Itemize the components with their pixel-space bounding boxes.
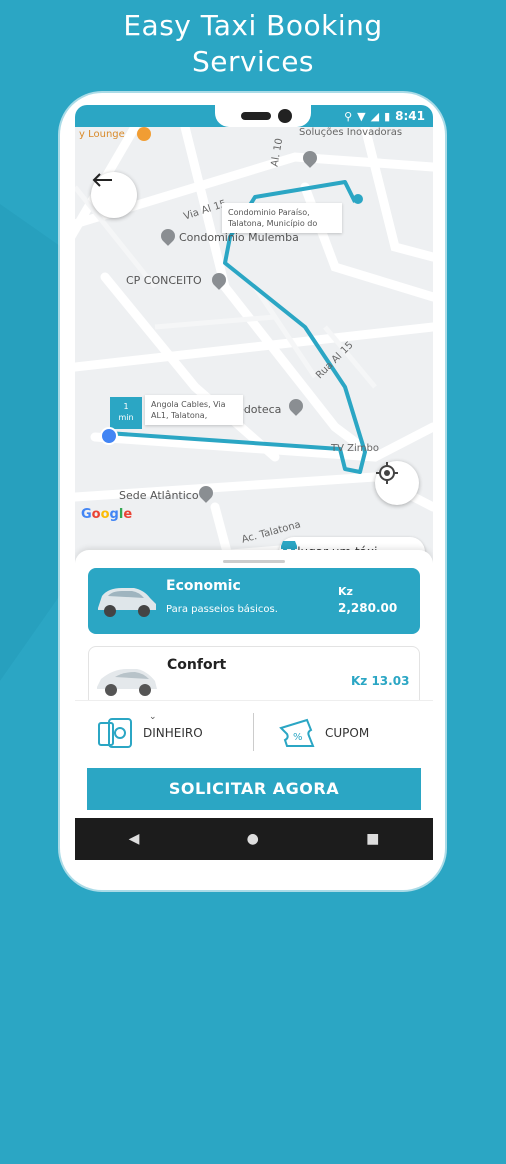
map-label-cp-conceito: CP CONCEITO [126, 274, 202, 287]
signal-icon: ◢ [370, 109, 380, 123]
coupon-selector[interactable]: % CUPOM [277, 711, 369, 755]
car-icon [98, 588, 156, 617]
nav-recents-icon[interactable]: ■ [366, 831, 379, 847]
android-nav-bar: ◀ ● ■ [75, 818, 433, 860]
location-icon: ⚲ [344, 109, 353, 123]
wifi-icon: ▼ [357, 109, 366, 123]
map-label-tv-zimbo: TV Zimbo [331, 443, 379, 454]
map-label-solucoes: Soluções Inovadoras [299, 127, 403, 138]
eta-unit: min [118, 413, 134, 422]
headline-line-1: Easy Taxi Booking [123, 9, 383, 42]
speaker-grille [241, 112, 271, 120]
request-now-button[interactable]: SOLICITAR AGORA [87, 768, 421, 810]
eta-badge: 1 min [110, 397, 142, 429]
destination-line-2: Talatona, Município do [228, 219, 318, 228]
nav-home-icon[interactable]: ● [247, 831, 259, 847]
svg-text:%: % [293, 732, 303, 743]
payment-row: ⌄ DINHEIRO % CUPOM [75, 700, 433, 763]
origin-marker-icon [100, 427, 118, 445]
chevron-down-icon: ⌄ [149, 712, 157, 722]
origin-line-1: Angola Cables, Via [151, 400, 226, 409]
nav-back-icon[interactable]: ◀ [129, 831, 140, 847]
ride-name: Confort [167, 657, 227, 673]
origin-callout: Angola Cables, Via AL1, Talatona, [145, 395, 243, 425]
front-camera [278, 109, 292, 123]
restaurant-pin-icon [137, 127, 151, 141]
google-logo: Google [81, 507, 133, 522]
status-time: 8:41 [395, 109, 425, 123]
back-button[interactable] [91, 172, 137, 218]
headline-line-2: Services [191, 45, 315, 78]
back-arrow-icon [92, 173, 112, 187]
car-icon [97, 669, 157, 696]
destination-line-1: Condominio Paraíso, [228, 208, 310, 217]
ride-sheet: Economic Para passeios básicos. Kz 2,280… [75, 550, 433, 860]
status-icons: ⚲ ▼ ◢ ▮ 8:41 [344, 107, 425, 125]
origin-line-2: AL1, Talatona, [151, 411, 208, 420]
ride-description: Para passeios básicos. [166, 604, 278, 615]
locate-icon [376, 462, 398, 484]
battery-icon: ▮ [384, 109, 391, 123]
ride-price: 2,280.00 [338, 601, 398, 615]
ride-price: Kz 13.03 [351, 674, 410, 688]
cash-label: DINHEIRO [143, 726, 203, 740]
locate-button[interactable] [375, 461, 419, 505]
payment-divider [253, 713, 254, 751]
eta-value: 1 [123, 402, 129, 411]
map-label-atlantico: Sede Atlântico [119, 489, 199, 502]
destination-callout: Condominio Paraíso, Talatona, Município … [222, 203, 342, 233]
ride-currency: Kz [338, 585, 353, 598]
status-bar: ⚲ ▼ ◢ ▮ 8:41 [75, 105, 433, 127]
ride-option-economic[interactable]: Economic Para passeios básicos. Kz 2,280… [88, 568, 420, 634]
coupon-label: CUPOM [325, 726, 370, 740]
sheet-handle[interactable] [223, 560, 285, 563]
promo-headline: Easy Taxi Booking Services [0, 8, 506, 80]
car-icon [281, 541, 297, 551]
cash-selector[interactable]: ⌄ DINHEIRO [97, 711, 203, 755]
cash-icon [98, 718, 132, 748]
map-label-lounge: y Lounge [79, 129, 125, 140]
app-screen: y Lounge Soluções Inovadoras Condominio … [75, 105, 433, 860]
coupon-icon: % [279, 718, 315, 747]
ride-name: Economic [166, 578, 241, 594]
